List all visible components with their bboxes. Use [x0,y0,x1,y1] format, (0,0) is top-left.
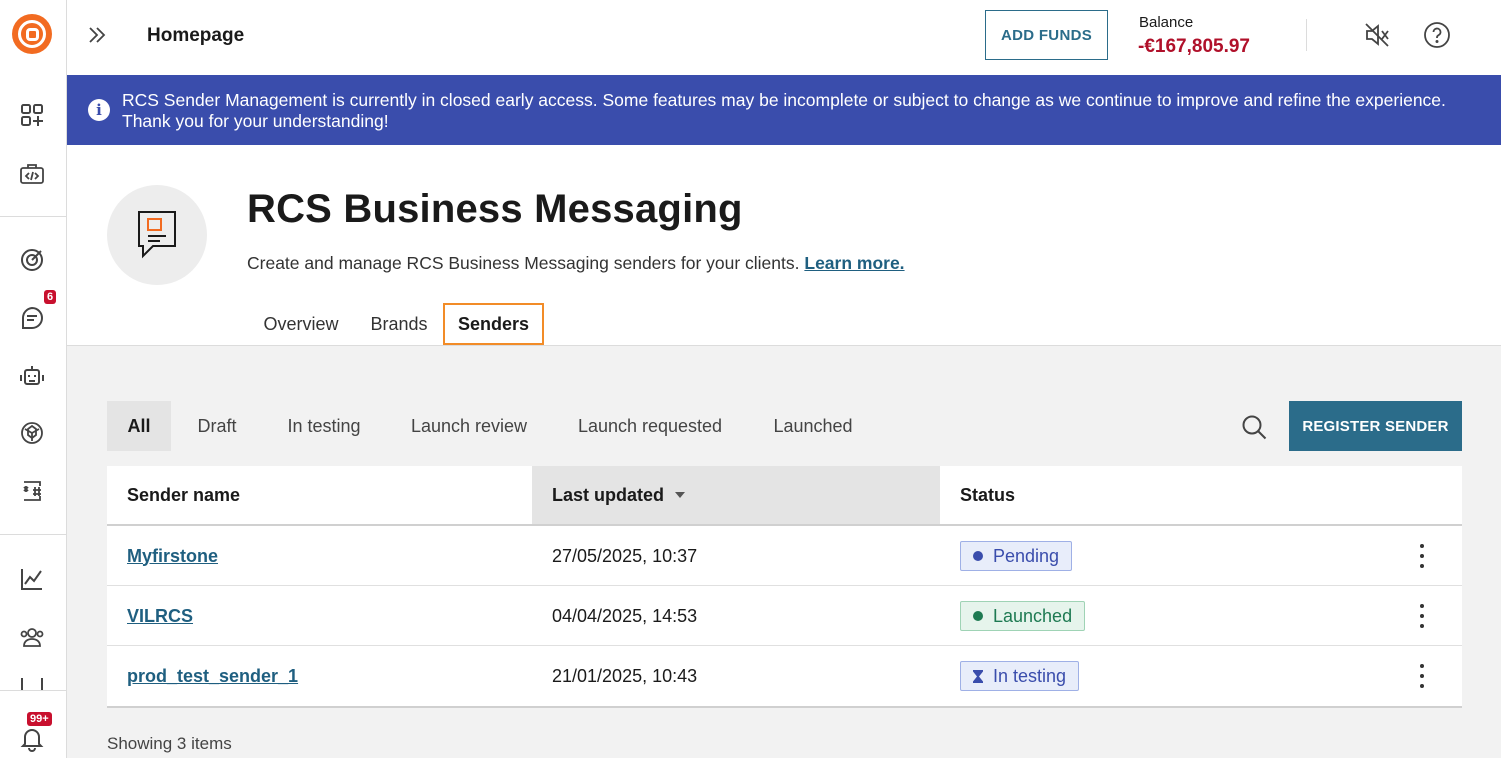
status-cell: Launched [960,586,1086,646]
items-count: Showing 3 items [107,734,232,753]
page-title: RCS Business Messaging [247,187,743,231]
sender-name-cell: prod_test_sender_1 [127,646,298,706]
last-updated-cell: 04/04/2025, 14:53 [552,605,698,626]
status-dot-icon [973,551,983,561]
messages-badge: 6 [44,290,57,304]
last-updated-cell: 21/01/2025, 10:43 [552,665,698,686]
status-badge: Launched [960,601,1086,631]
notifications-badge: 99+ [27,712,52,726]
top-bar: Homepage ADD FUNDS Balance -€167,805.97 [67,0,1501,75]
filter-launched[interactable]: Launched [757,401,869,451]
register-sender-button[interactable]: REGISTER SENDER [1289,401,1462,451]
ai-icon[interactable] [18,419,46,447]
sender-link[interactable]: prod_test_sender_1 [127,666,298,687]
filter-draft[interactable]: Draft [181,401,253,451]
column-label: Status [960,484,1016,505]
column-label: Sender name [127,484,241,505]
contacts-icon[interactable] [18,623,46,651]
status-label: In testing [993,665,1067,686]
sender-link[interactable]: Myfirstone [127,546,218,567]
status-label: Launched [993,605,1073,626]
expand-sidebar-icon[interactable] [85,23,109,47]
status-dot-icon [973,611,983,621]
apps-add-icon[interactable] [18,101,46,129]
target-icon[interactable] [18,246,46,274]
filter-in-testing[interactable]: In testing [268,401,380,451]
filter-all[interactable]: All [107,401,171,451]
banner-message: RCS Sender Management is currently in cl… [122,90,1446,131]
tab-brands[interactable]: Brands [362,303,436,345]
status-badge: In testing [960,661,1080,691]
learn-more-link[interactable]: Learn more. [804,253,904,273]
tab-overview[interactable]: Overview [252,303,350,345]
row-menu-icon[interactable] [1412,664,1432,688]
status-label: Pending [993,545,1060,566]
balance-value: -€167,805.97 [1138,36,1250,57]
sender-name-cell: VILRCS [127,586,193,646]
filter-launch-review[interactable]: Launch review [396,401,542,451]
senders-table: Sender name Last updated Status Myfirsto… [107,466,1462,708]
hourglass-icon [973,669,983,683]
filter-launch-requested[interactable]: Launch requested [560,401,740,451]
bot-icon[interactable] [18,362,46,390]
column-label: Last updated [552,484,665,505]
table-row: Myfirstone 27/05/2025, 10:37 Pending [107,526,1462,586]
column-last-updated[interactable]: Last updated [532,466,940,524]
number-lookup-icon[interactable] [18,477,46,505]
left-rail: 6 99+ [0,0,67,758]
row-menu-icon[interactable] [1412,544,1432,568]
sender-name-cell: Myfirstone [127,526,218,586]
sound-muted-icon[interactable] [1362,20,1392,50]
info-icon: i [88,99,110,121]
row-menu-icon[interactable] [1412,604,1432,628]
add-funds-button[interactable]: ADD FUNDS [985,10,1108,60]
breadcrumb: Homepage [147,25,245,46]
notifications-bell-icon[interactable] [18,725,46,753]
early-access-banner: i RCS Sender Management is currently in … [67,75,1501,145]
status-cell: Pending [960,526,1073,586]
page-header: RCS Business Messaging Create and manage… [67,145,1501,346]
page-subtitle: Create and manage RCS Business Messaging… [247,253,905,274]
subtitle-text: Create and manage RCS Business Messaging… [247,253,800,273]
column-status[interactable]: Status [940,466,1340,524]
analytics-icon[interactable] [18,565,46,593]
search-icon[interactable] [1240,413,1268,441]
balance-label: Balance [1139,14,1194,31]
list-icon[interactable] [18,678,46,690]
sender-link[interactable]: VILRCS [127,606,193,627]
divider [1306,19,1307,51]
table-row: prod_test_sender_1 21/01/2025, 10:43 In … [107,646,1462,706]
rcs-document-icon [107,185,207,285]
chat-icon[interactable] [18,304,46,332]
last-updated-cell: 27/05/2025, 10:37 [552,545,698,566]
brand-logo[interactable] [12,14,52,54]
sort-desc-icon [675,492,686,498]
column-sender-name[interactable]: Sender name [107,466,532,524]
table-row: VILRCS 04/04/2025, 14:53 Launched [107,586,1462,646]
tab-senders[interactable]: Senders [443,303,544,345]
help-icon[interactable] [1422,20,1452,50]
developer-code-icon[interactable] [18,160,46,188]
status-cell: In testing [960,646,1080,706]
status-badge: Pending [960,541,1073,571]
table-header: Sender name Last updated Status [107,466,1462,526]
